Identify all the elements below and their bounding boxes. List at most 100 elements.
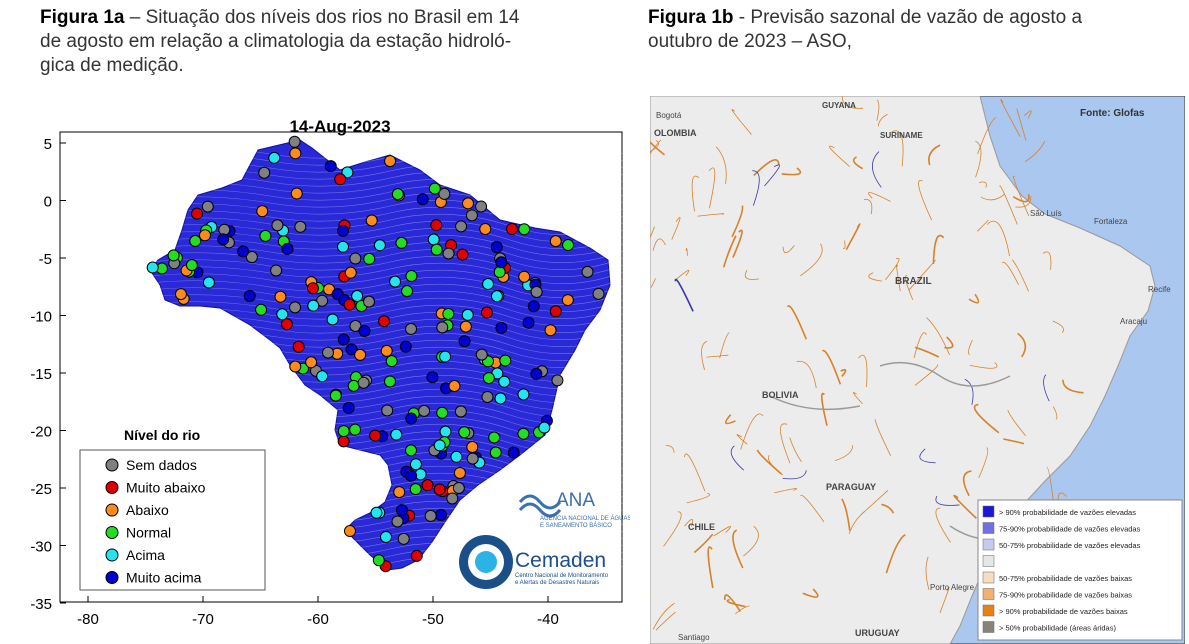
station-marker: [498, 375, 511, 388]
station-marker: [343, 298, 356, 311]
station-marker: [517, 388, 530, 401]
station-marker: [527, 300, 540, 313]
y-tick-label: -15: [30, 366, 52, 383]
figure-1b-caption-line-2: outubro de 2023 – ASO,: [648, 31, 852, 52]
station-marker: [430, 243, 443, 256]
station-marker: [381, 404, 394, 417]
station-marker: [354, 348, 367, 361]
station-marker: [384, 155, 397, 168]
y-tick-label: 0: [44, 194, 52, 211]
station-marker: [495, 256, 508, 269]
station-marker: [326, 313, 339, 326]
station-marker: [258, 166, 271, 179]
cemaden-logo: Cemaden: [515, 549, 606, 572]
station-marker: [418, 404, 431, 417]
station-marker: [363, 252, 376, 265]
legend-marker: [105, 458, 119, 472]
station-marker: [458, 426, 471, 439]
station-marker: [494, 392, 507, 405]
forecast-legend-label: 75-90% probabilidade de vazões baixas: [999, 591, 1132, 600]
station-marker: [409, 483, 422, 496]
station-marker: [489, 446, 502, 459]
station-marker: [385, 355, 398, 368]
station-marker: [347, 379, 360, 392]
station-marker: [274, 290, 287, 303]
station-marker: [201, 200, 214, 213]
label-santiago: Santiago: [678, 633, 710, 642]
station-marker: [395, 236, 408, 249]
station-marker: [507, 446, 520, 459]
legend-marker: [105, 481, 119, 494]
y-tick-label: 5: [44, 136, 52, 153]
station-marker: [276, 308, 289, 321]
station-marker: [334, 173, 347, 186]
station-marker: [452, 481, 465, 494]
figure-1a-caption-line-1: – Situação dos níveis dos rios no Brasil…: [124, 7, 520, 28]
station-marker: [198, 229, 211, 242]
station-marker: [370, 506, 383, 519]
station-marker: [337, 435, 350, 448]
station-marker: [458, 335, 471, 348]
station-marker: [324, 160, 337, 173]
legend-marker: [105, 503, 119, 517]
y-tick-label: -10: [30, 309, 52, 326]
station-marker: [395, 504, 408, 517]
legend-label: Muito acima: [126, 570, 202, 586]
station-marker: [530, 285, 543, 298]
station-marker: [436, 406, 449, 419]
station-marker: [456, 248, 469, 261]
station-marker: [499, 354, 512, 367]
station-marker: [337, 240, 350, 253]
legend-marker: [105, 526, 119, 539]
station-marker: [430, 219, 443, 232]
ana-logo-subtitle-2: E SANEAMENTO BÁSICO: [540, 522, 612, 529]
station-marker: [337, 425, 350, 438]
label-recife: Recife: [1148, 285, 1171, 294]
station-marker: [372, 554, 385, 567]
station-marker: [391, 188, 404, 201]
station-marker: [349, 252, 362, 265]
station-marker: [280, 318, 293, 331]
label-paraguay: PARAGUAY: [826, 482, 876, 492]
x-tick-label: -50: [422, 611, 444, 628]
station-marker: [259, 229, 272, 242]
figure-1b-caption: Figura 1b - Previsão sazonal de vazão de…: [648, 6, 1168, 54]
station-marker: [271, 219, 284, 232]
station-marker: [434, 509, 447, 522]
station-marker: [288, 135, 301, 148]
label-bogota: Bogotá: [656, 111, 682, 120]
label-porto-alegre: Porto Alegre: [930, 583, 975, 592]
station-marker: [373, 239, 386, 252]
station-marker: [337, 333, 350, 346]
station-marker: [439, 350, 452, 363]
forecast-legend-box: [977, 499, 1183, 641]
station-marker: [292, 340, 305, 353]
station-marker: [305, 356, 318, 369]
ana-logo-subtitle-1: AGÊNCIA NACIONAL DE ÁGUAS: [540, 514, 630, 522]
station-marker: [306, 282, 319, 295]
station-marker: [307, 299, 320, 312]
station-marker: [405, 269, 418, 282]
station-marker: [380, 530, 393, 543]
station-marker: [383, 375, 396, 388]
station-marker: [518, 270, 531, 283]
figure-1a-river-level-map: 5 0 -5 -10 -15 -20 -25 -30 -35 -80 -70 -60 -50 -40 1…: [30, 117, 630, 628]
station-marker: [426, 371, 439, 384]
label-chile: CHILE: [688, 522, 715, 532]
station-marker: [290, 187, 303, 200]
station-marker: [453, 466, 466, 479]
station-marker: [455, 220, 468, 233]
station-marker: [522, 316, 535, 329]
map-legend-title: Nível do rio: [124, 427, 200, 443]
station-marker: [185, 259, 198, 272]
cemaden-logo-subtitle-2: e Alertas de Desastres Naturais: [515, 580, 599, 586]
station-marker: [424, 509, 437, 522]
figure-1b-flow-forecast-map: Fonte: Glofas GUYANA SURINAME OLOMBIA Bo…: [650, 96, 1185, 644]
station-marker: [243, 289, 256, 302]
station-marker: [365, 214, 378, 227]
y-tick-label: -30: [30, 539, 52, 556]
label-fortaleza: Fortaleza: [1094, 217, 1128, 226]
figure-1a-label: Figura 1a: [40, 7, 125, 28]
station-marker: [405, 322, 418, 335]
station-marker: [351, 289, 364, 302]
